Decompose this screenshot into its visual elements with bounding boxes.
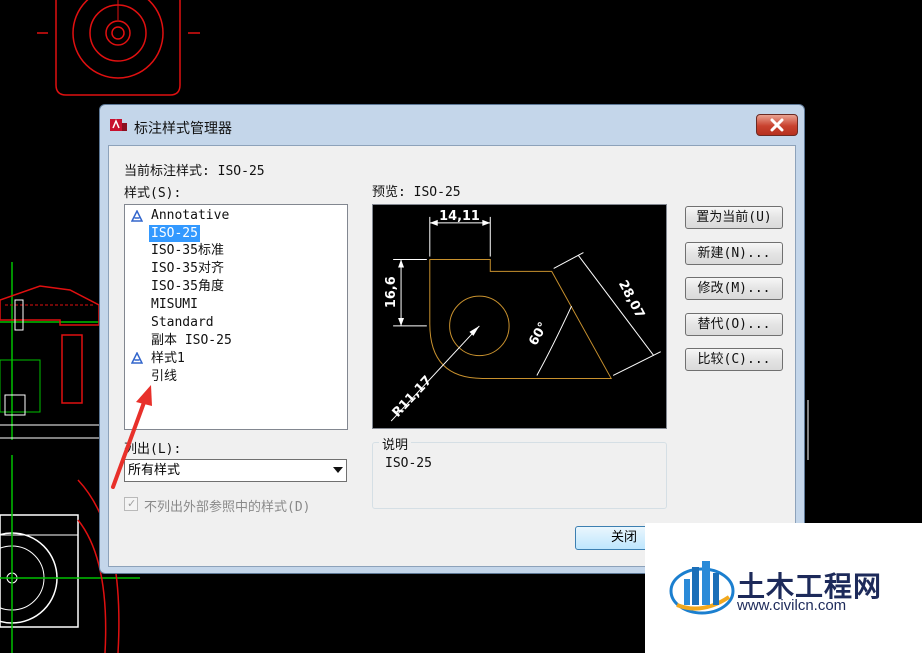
- dimension-style-manager-dialog: 标注样式管理器 当前标注样式: ISO-25 样式(S): 预览: ISO-25…: [99, 104, 805, 574]
- civilcn-logo: [669, 561, 735, 615]
- watermark-url: www.civilcn.com: [737, 597, 847, 614]
- dialog-title: 标注样式管理器: [134, 121, 232, 137]
- exclude-xref-checkbox[interactable]: ✓: [124, 497, 138, 511]
- annotative-icon: [131, 210, 143, 222]
- exclude-xref-label: 不列出外部参照中的样式(D): [144, 500, 311, 515]
- annotative-icon: [131, 352, 143, 364]
- list-label: 列出(L):: [124, 442, 182, 457]
- list-filter-value: 所有样式: [128, 463, 181, 478]
- preview-dim-diagonal: 28,07: [615, 278, 647, 321]
- style-item-iso-35-aligned[interactable]: ISO-35对齐: [149, 260, 226, 277]
- preview-dim-left: 16,6: [384, 276, 399, 308]
- description-text: ISO-25: [385, 456, 432, 471]
- close-window-button[interactable]: [756, 114, 798, 136]
- watermark: 土木工程网 www.civilcn.com: [645, 523, 922, 653]
- description-group: 说明 ISO-25: [372, 434, 667, 509]
- preview-label: 预览: ISO-25: [372, 185, 461, 200]
- autocad-app-icon: [110, 119, 127, 131]
- style-item-misumi[interactable]: MISUMI: [149, 296, 200, 313]
- style-item-iso-25[interactable]: ISO-25: [149, 225, 200, 242]
- dimension-preview-drawing: 14,11 16,6 28,07 60° R11,17: [384, 209, 661, 422]
- preview-dim-angle: 60°: [526, 320, 551, 349]
- styles-listbox[interactable]: Annotative ISO-25 ISO-35标准 ISO-35对齐 ISO-…: [124, 204, 348, 430]
- dialog-client-area: 当前标注样式: ISO-25 样式(S): 预览: ISO-25 Annotat…: [108, 145, 796, 567]
- list-filter-select[interactable]: 所有样式: [124, 459, 347, 482]
- close-icon: [770, 118, 784, 132]
- override-style-button[interactable]: 替代(O)...: [685, 313, 783, 336]
- style-item-leader[interactable]: 引线: [149, 368, 179, 385]
- style-item-annotative[interactable]: Annotative: [149, 207, 231, 224]
- style-item-copy-iso-25[interactable]: 副本 ISO-25: [149, 332, 234, 349]
- style-item-style1[interactable]: 样式1: [149, 350, 187, 367]
- style-preview-panel: 14,11 16,6 28,07 60° R11,17: [372, 204, 667, 429]
- current-style-label: 当前标注样式: ISO-25: [124, 164, 265, 179]
- style-item-iso-35-angular[interactable]: ISO-35角度: [149, 278, 226, 295]
- checkmark-icon: ✓: [127, 497, 137, 510]
- new-style-button[interactable]: 新建(N)...: [685, 242, 783, 265]
- chevron-down-icon: [333, 467, 343, 473]
- modify-style-button[interactable]: 修改(M)...: [685, 277, 783, 300]
- description-title: 说明: [379, 434, 412, 453]
- styles-label: 样式(S):: [124, 186, 182, 201]
- dialog-titlebar[interactable]: 标注样式管理器: [100, 105, 804, 145]
- style-item-standard[interactable]: Standard: [149, 314, 216, 331]
- preview-dim-top: 14,11: [439, 209, 480, 224]
- preview-dim-radius: R11,17: [390, 373, 436, 420]
- compare-style-button[interactable]: 比较(C)...: [685, 348, 783, 371]
- style-item-iso-35-standard[interactable]: ISO-35标准: [149, 242, 226, 259]
- set-current-button[interactable]: 置为当前(U): [685, 206, 783, 229]
